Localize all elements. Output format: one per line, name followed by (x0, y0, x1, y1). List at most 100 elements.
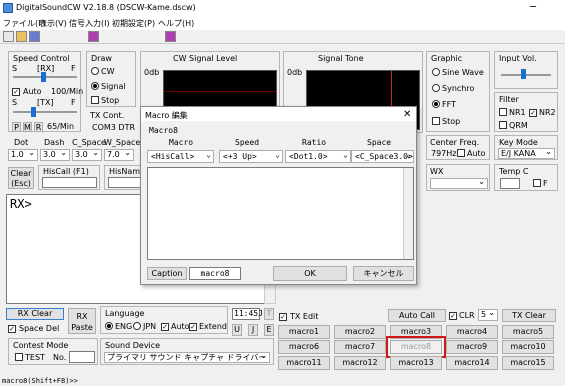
language-auto-checkbox[interactable]: ✓ (161, 322, 169, 331)
rx-paste-button[interactable]: RX Paste (68, 308, 96, 334)
dialog-text-scrollbar[interactable] (403, 168, 413, 259)
hisname-input[interactable] (108, 177, 142, 188)
macro10-button[interactable]: macro10 (502, 340, 554, 354)
macro13-button[interactable]: macro13 (390, 356, 442, 370)
r-button[interactable]: R (34, 122, 43, 132)
macro7-button[interactable]: macro7 (334, 340, 386, 354)
draw-stop-checkbox[interactable] (91, 96, 99, 106)
clr-label: CLR (459, 311, 475, 320)
u-button[interactable]: U (232, 324, 242, 336)
fft-radio[interactable] (432, 100, 440, 110)
caption-input[interactable]: macro8 (189, 267, 241, 280)
extend-checkbox[interactable]: ✓ (189, 322, 197, 331)
cancel-button[interactable]: キャンセル (353, 266, 414, 281)
rx-speed-slider[interactable] (41, 72, 46, 82)
dialog-macro-select[interactable]: <HisCall> (147, 149, 214, 163)
macro5-button[interactable]: macro5 (502, 325, 554, 339)
save-icon[interactable] (29, 31, 40, 42)
qrm-checkbox[interactable] (499, 121, 507, 131)
macro2-button[interactable]: macro2 (334, 325, 386, 339)
dash-select[interactable]: 3.0 (40, 149, 70, 161)
speed-control-group: Speed Control S [RX] F ✓ Auto 100/Min S … (8, 51, 83, 132)
c-space-select[interactable]: 3.0 (72, 149, 102, 161)
dialog-space-select[interactable]: <C_Space3.0> (351, 149, 414, 163)
status-bar: macro8(Shift+F8)>> (0, 377, 565, 386)
signal-tone-title: Signal Tone (318, 54, 364, 63)
center-freq-auto-checkbox[interactable] (457, 149, 465, 159)
graphic-stop-checkbox[interactable] (432, 117, 440, 127)
clr-checkbox[interactable]: ✓ (449, 311, 457, 320)
e-button[interactable]: E (264, 324, 274, 336)
input-vol-slider[interactable] (521, 69, 526, 79)
macro1-button[interactable]: macro1 (278, 325, 330, 339)
dot-select[interactable]: 1.0 (8, 149, 38, 161)
rx-paste-line2: Paste (71, 323, 93, 332)
space-del-checkbox[interactable]: ✓ (8, 324, 16, 333)
hiscall-input[interactable] (42, 177, 97, 188)
input-vol-track[interactable] (501, 74, 551, 76)
nr1-checkbox[interactable] (499, 108, 507, 118)
draw-cw-radio[interactable] (91, 67, 99, 77)
minimize-button[interactable]: ─ (530, 2, 536, 13)
key-mode-select[interactable]: E/J KANA (498, 148, 555, 159)
tx-speed-slider[interactable] (31, 107, 36, 117)
center-freq-group: Center Freq. 797Hz Auto (426, 135, 490, 160)
tx-edit-checkbox[interactable]: ✓ (279, 312, 287, 321)
contest-no-input[interactable] (69, 351, 95, 363)
macro6-button[interactable]: macro6 (278, 340, 330, 354)
rx-f-label: F (71, 64, 76, 73)
tool2-icon[interactable] (165, 31, 176, 42)
sine-wave-label: Sine Wave (442, 68, 484, 77)
dialog-title: Macro 編集 (145, 111, 188, 120)
temp-f-checkbox[interactable] (533, 179, 541, 189)
macro15-button[interactable]: macro15 (502, 356, 554, 370)
macro11-button[interactable]: macro11 (278, 356, 330, 370)
new-file-icon[interactable] (3, 31, 14, 42)
test-checkbox[interactable] (15, 353, 23, 363)
p-button[interactable]: P (12, 122, 21, 132)
clear-button[interactable]: Clear (Esc) (8, 167, 34, 189)
draw-signal-radio[interactable] (91, 82, 99, 92)
synchro-radio[interactable] (432, 84, 440, 94)
time-display: 11:45J (232, 308, 263, 320)
dialog-ratio-select[interactable]: <Dot1.0> (285, 149, 351, 163)
t-button[interactable]: T (264, 308, 274, 320)
nr2-checkbox[interactable]: ✓ (529, 108, 537, 117)
menu-view[interactable]: 表示(V) (39, 18, 67, 29)
temp-c-input[interactable] (500, 178, 520, 189)
menu-help[interactable]: ヘルプ(H) (158, 18, 194, 29)
rx-clear-button[interactable]: RX Clear (6, 308, 64, 320)
menu-settings[interactable]: 初期設定(P) (112, 18, 155, 29)
dialog-speed-select[interactable]: <+3 Up> (219, 149, 283, 163)
open-folder-icon[interactable] (16, 31, 27, 42)
jpn-label: JPN (143, 322, 157, 331)
macro12-button[interactable]: macro12 (334, 356, 386, 370)
ok-button[interactable]: OK (273, 266, 347, 281)
tool-icon[interactable] (88, 31, 99, 42)
space-del-label: Space Del (19, 324, 60, 333)
macro14-button[interactable]: macro14 (446, 356, 498, 370)
toolbar (0, 30, 565, 44)
menu-input[interactable]: 信号入力(I) (69, 18, 110, 29)
tone-0db-label: 0db (287, 68, 303, 77)
auto-call-button[interactable]: Auto Call (388, 309, 446, 322)
tx-speed-track[interactable] (13, 111, 77, 113)
auto-checkbox[interactable]: ✓ (12, 87, 20, 96)
dialog-macro-text[interactable] (147, 167, 414, 260)
sound-device-select[interactable]: プライマリ サウンド キャプチャ ドライバー (104, 352, 270, 363)
eng-radio[interactable] (105, 322, 113, 332)
jpn-radio[interactable] (133, 322, 141, 332)
dialog-close-icon[interactable]: ✕ (403, 109, 411, 120)
macro4-button[interactable]: macro4 (446, 325, 498, 339)
tx-clear-button[interactable]: TX Clear (502, 309, 556, 322)
sine-wave-radio[interactable] (432, 68, 440, 78)
wx-select[interactable] (430, 178, 488, 189)
repeat-count-select[interactable]: 5 (478, 309, 498, 321)
m-button[interactable]: M (23, 122, 32, 132)
dialog-header-macro: Macro (169, 138, 194, 147)
j-button[interactable]: J (248, 324, 258, 336)
status-text: macro8(Shift+F8)>> (2, 377, 78, 385)
macro9-button[interactable]: macro9 (446, 340, 498, 354)
w-space-select[interactable]: 7.0 (104, 149, 134, 161)
center-freq-value: 797Hz (431, 149, 457, 158)
